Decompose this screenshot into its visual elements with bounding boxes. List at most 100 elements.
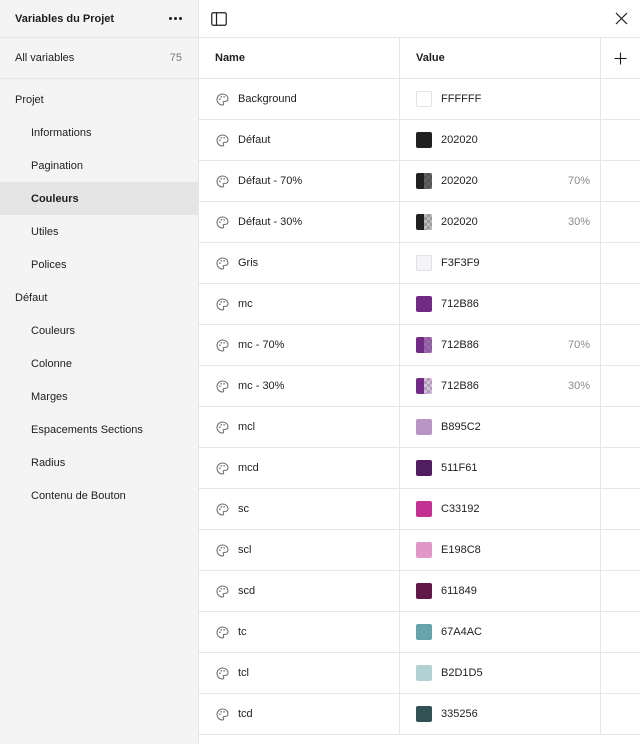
palette-icon: [216, 584, 229, 598]
color-swatch[interactable]: [416, 460, 432, 476]
table-row: Gris F3F3F9: [199, 243, 640, 284]
variable-name-cell[interactable]: mc - 70%: [199, 325, 400, 365]
table-row: sc C33192: [199, 489, 640, 530]
sidebar-item[interactable]: Informations: [0, 116, 198, 149]
table-row: mc 712B86: [199, 284, 640, 325]
hex-value: E198C8: [441, 544, 481, 556]
variable-value-cell[interactable]: 202020 30%: [400, 202, 601, 242]
sidebar-item[interactable]: Pagination: [0, 149, 198, 182]
close-icon[interactable]: [615, 12, 628, 25]
palette-icon: [216, 297, 229, 311]
more-dots-icon[interactable]: [165, 13, 186, 24]
sidebar-item[interactable]: Colonne: [0, 347, 198, 380]
palette-icon: [216, 625, 229, 639]
row-filler-cell: [601, 448, 640, 488]
table-row: scd 611849: [199, 571, 640, 612]
variable-name-cell[interactable]: sc: [199, 489, 400, 529]
variable-name-cell[interactable]: mc: [199, 284, 400, 324]
variable-name-cell[interactable]: mcd: [199, 448, 400, 488]
hex-value: B2D1D5: [441, 667, 483, 679]
variable-value-cell[interactable]: 712B86 70%: [400, 325, 601, 365]
color-swatch[interactable]: [416, 624, 432, 640]
sidebar-item[interactable]: Polices: [0, 248, 198, 281]
color-swatch[interactable]: [416, 132, 432, 148]
variable-value-cell[interactable]: B895C2: [400, 407, 601, 447]
sidebar-item[interactable]: Couleurs: [0, 314, 198, 347]
variable-value-cell[interactable]: 202020: [400, 120, 601, 160]
row-filler-cell: [601, 694, 640, 734]
hex-value: 611849: [441, 585, 477, 597]
color-swatch[interactable]: [416, 91, 432, 107]
variable-value-cell[interactable]: 712B86 30%: [400, 366, 601, 406]
sidebar-item[interactable]: Espacements Sections: [0, 413, 198, 446]
table-row: Background FFFFFF: [199, 79, 640, 120]
color-swatch[interactable]: [416, 501, 432, 517]
variable-value-cell[interactable]: E198C8: [400, 530, 601, 570]
sidebar-item[interactable]: Contenu de Bouton: [0, 479, 198, 512]
color-swatch[interactable]: [416, 665, 432, 681]
variable-name: mc - 30%: [238, 380, 285, 392]
row-filler-cell: [601, 79, 640, 119]
variable-name-cell[interactable]: scd: [199, 571, 400, 611]
color-swatch[interactable]: [416, 583, 432, 599]
sidebar-item[interactable]: Utiles: [0, 215, 198, 248]
table-row: Défaut - 70% 202020 70%: [199, 161, 640, 202]
color-swatch[interactable]: [416, 378, 432, 394]
variable-value-cell[interactable]: B2D1D5: [400, 653, 601, 693]
color-swatch[interactable]: [416, 255, 432, 271]
column-header-value: Value: [400, 38, 601, 78]
variable-value-cell[interactable]: 202020 70%: [400, 161, 601, 201]
variable-value-cell[interactable]: 511F61: [400, 448, 601, 488]
row-filler-cell: [601, 284, 640, 324]
variable-value-cell[interactable]: F3F3F9: [400, 243, 601, 283]
variable-value-cell[interactable]: C33192: [400, 489, 601, 529]
sidebar-group[interactable]: Défaut: [0, 281, 198, 314]
color-swatch[interactable]: [416, 419, 432, 435]
color-swatch[interactable]: [416, 214, 432, 230]
hex-value: 712B86: [441, 298, 479, 310]
variable-name-cell[interactable]: Défaut - 30%: [199, 202, 400, 242]
variable-value-cell[interactable]: FFFFFF: [400, 79, 601, 119]
color-swatch[interactable]: [416, 296, 432, 312]
variable-value-cell[interactable]: 712B86: [400, 284, 601, 324]
variable-name-cell[interactable]: mc - 30%: [199, 366, 400, 406]
row-filler-cell: [601, 120, 640, 160]
variable-name-cell[interactable]: tcl: [199, 653, 400, 693]
palette-icon: [216, 502, 229, 516]
color-swatch[interactable]: [416, 337, 432, 353]
variable-name-cell[interactable]: mcl: [199, 407, 400, 447]
hex-value: 202020: [441, 175, 478, 187]
variable-name-cell[interactable]: tc: [199, 612, 400, 652]
color-swatch[interactable]: [416, 173, 432, 189]
table-row: mcl B895C2: [199, 407, 640, 448]
variable-name-cell[interactable]: Défaut: [199, 120, 400, 160]
color-swatch[interactable]: [416, 542, 432, 558]
sidebar-item[interactable]: Couleurs: [0, 182, 198, 215]
variable-name-cell[interactable]: Gris: [199, 243, 400, 283]
toolbar: [199, 0, 640, 38]
palette-icon: [216, 256, 229, 270]
variable-name: tc: [238, 626, 247, 638]
row-filler-cell: [601, 325, 640, 365]
color-swatch[interactable]: [416, 706, 432, 722]
table-row: tcl B2D1D5: [199, 653, 640, 694]
sidebar-toggle-icon[interactable]: [211, 11, 227, 26]
hex-value: 335256: [441, 708, 478, 720]
variable-name-cell[interactable]: scl: [199, 530, 400, 570]
table-row: scl E198C8: [199, 530, 640, 571]
variable-value-cell[interactable]: 611849: [400, 571, 601, 611]
hex-value: 202020: [441, 134, 478, 146]
sidebar-group[interactable]: Projet: [0, 83, 198, 116]
hex-value: 712B86: [441, 380, 479, 392]
variable-name-cell[interactable]: tcd: [199, 694, 400, 734]
variable-value-cell[interactable]: 335256: [400, 694, 601, 734]
plus-icon[interactable]: [601, 38, 640, 78]
sidebar-item[interactable]: Marges: [0, 380, 198, 413]
sidebar-item[interactable]: Radius: [0, 446, 198, 479]
sidebar-item-all-variables[interactable]: All variables 75: [0, 38, 198, 79]
hex-value: C33192: [441, 503, 480, 515]
variable-name-cell[interactable]: Background: [199, 79, 400, 119]
palette-icon: [216, 707, 229, 721]
variable-name-cell[interactable]: Défaut - 70%: [199, 161, 400, 201]
variable-value-cell[interactable]: 67A4AC: [400, 612, 601, 652]
